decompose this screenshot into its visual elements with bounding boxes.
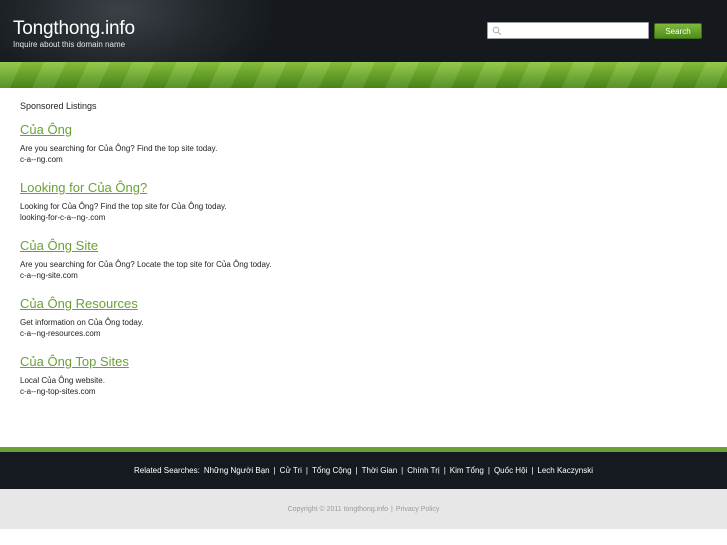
related-search-link[interactable]: Kim Tổng — [450, 466, 484, 475]
listing-url[interactable]: c-a--ng-site.com — [20, 270, 707, 281]
related-searches-bar: Related Searches: Những Người Bạn | Cử T… — [0, 447, 727, 489]
listing-title-link[interactable]: Của Ông — [20, 122, 707, 138]
related-search-link[interactable]: Chính Trị — [407, 466, 439, 475]
header: Tongthong.info Inquire about this domain… — [0, 0, 727, 62]
listing-description: Are you searching for Của Ông? Locate th… — [20, 260, 272, 269]
link-separator: | — [531, 466, 534, 475]
site-subtitle[interactable]: Inquire about this domain name — [13, 40, 125, 50]
link-separator: | — [401, 466, 404, 475]
listing-description: Local Của Ông website. — [20, 376, 105, 385]
related-search-link[interactable]: Tổng Cộng — [312, 466, 352, 475]
listing-title-link[interactable]: Của Ông Top Sites — [20, 354, 707, 370]
link-separator: | — [273, 466, 276, 475]
listing-url[interactable]: looking-for-c-a--ng-.com — [20, 212, 707, 223]
link-separator: | — [443, 466, 446, 475]
link-separator: | — [390, 505, 393, 513]
related-search-link[interactable]: Cử Tri — [280, 466, 302, 475]
link-separator: | — [355, 466, 358, 475]
listing-url[interactable]: c-a--ng.com — [20, 154, 707, 165]
site-title-link[interactable]: Tongthong.info — [13, 18, 135, 40]
listing-item: Của Ông Site Are you searching for Của Ô… — [20, 238, 707, 281]
listing-item: Của Ông Top Sites Local Của Ông website.… — [20, 354, 707, 397]
main-content: Sponsored Listings Của Ông Are you searc… — [0, 88, 727, 447]
search-button[interactable]: Search — [654, 23, 702, 39]
sponsored-listings-heading: Sponsored Listings — [20, 101, 97, 111]
link-separator: | — [305, 466, 308, 475]
listing-item: Của Ông Are you searching for Của Ông? F… — [20, 122, 707, 165]
copyright-text: Copyright © 2011 tongthong.info — [287, 505, 388, 513]
related-searches-label: Related Searches: — [134, 466, 200, 475]
privacy-policy-link[interactable]: Privacy Policy — [396, 506, 440, 513]
listing-description: Get information on Của Ông today. — [20, 318, 144, 327]
listing-item: Looking for Của Ông? Looking for Của Ông… — [20, 180, 707, 223]
related-search-link[interactable]: Thời Gian — [362, 466, 397, 475]
related-search-link[interactable]: Những Người Bạn — [204, 466, 270, 475]
listing-title-link[interactable]: Looking for Của Ông? — [20, 180, 707, 196]
related-search-link[interactable]: Quốc Hội — [494, 466, 527, 475]
listing-description: Looking for Của Ông? Find the top site f… — [20, 202, 227, 211]
green-banner — [0, 62, 727, 88]
link-separator: | — [487, 466, 490, 475]
search-input[interactable] — [502, 23, 648, 38]
search-field[interactable] — [487, 22, 649, 39]
listing-description: Are you searching for Của Ông? Find the … — [20, 144, 218, 153]
copyright-bar: Copyright © 2011 tongthong.info | Privac… — [0, 489, 727, 529]
listing-title-link[interactable]: Của Ông Resources — [20, 296, 707, 312]
listing-title-link[interactable]: Của Ông Site — [20, 238, 707, 254]
listing-item: Của Ông Resources Get information on Của… — [20, 296, 707, 339]
search-icon — [492, 26, 502, 35]
related-search-link[interactable]: Lech Kaczynski — [537, 466, 593, 475]
listing-url[interactable]: c-a--ng-resources.com — [20, 328, 707, 339]
listing-url[interactable]: c-a--ng-top-sites.com — [20, 386, 707, 397]
